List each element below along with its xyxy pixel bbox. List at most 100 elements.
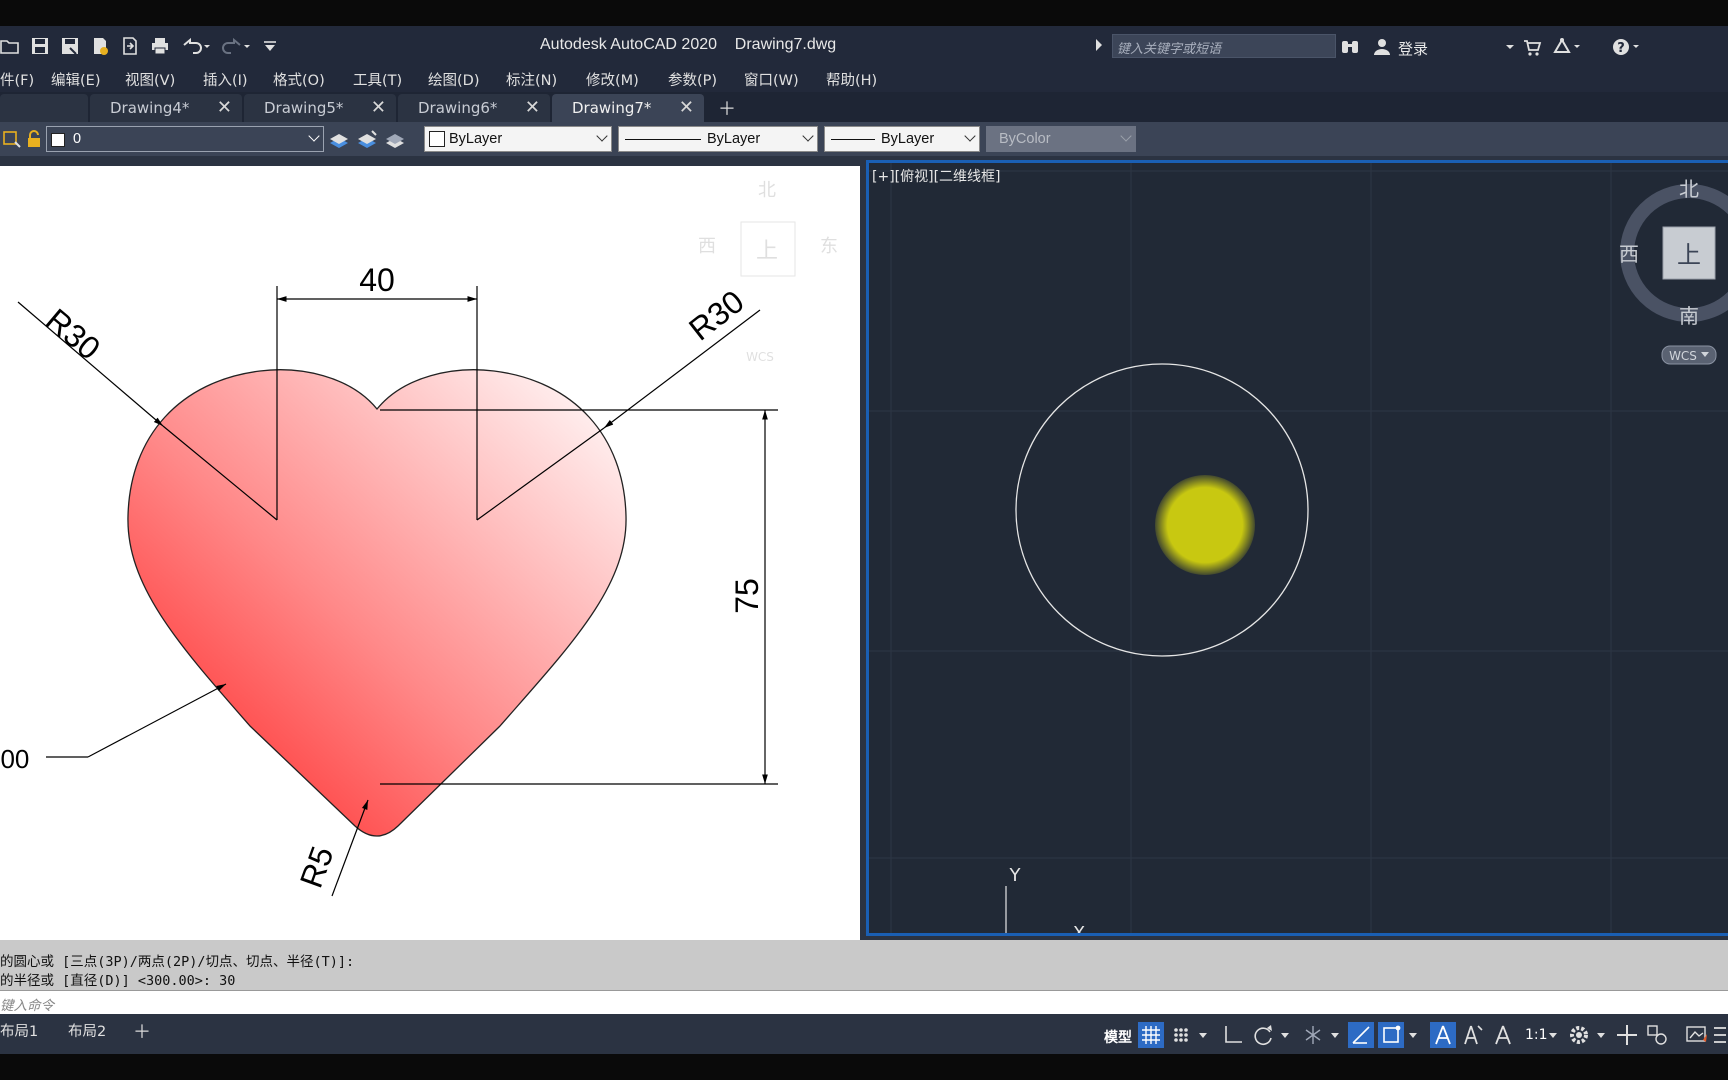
model-viewport[interactable]: 上 北 西 南 WCS Y X [+][俯视][二维线框] (866, 160, 1728, 936)
help-icon[interactable]: ? (1612, 37, 1639, 57)
tab-label: Drawing5* (264, 99, 344, 117)
top-black-band (0, 0, 1728, 26)
menu-modify[interactable]: 修改(M) (586, 69, 639, 90)
menu-file[interactable]: 件(F) (0, 69, 34, 90)
binoculars-icon[interactable] (1340, 37, 1360, 57)
model-space-button[interactable]: 模型 (1104, 1027, 1132, 1047)
chevron-down-icon[interactable] (1546, 1022, 1560, 1048)
layer-dropdown[interactable]: 0 (46, 126, 324, 152)
tab-drawing7[interactable]: Drawing7* ✕ (552, 94, 704, 122)
layout-tab-2[interactable]: 布局2 (68, 1020, 106, 1041)
grid-toggle-icon[interactable] (1138, 1022, 1164, 1048)
gear-icon[interactable] (1566, 1022, 1592, 1048)
svg-text:南: 南 (1679, 304, 1699, 328)
tab-drawing5[interactable]: Drawing5* ✕ (244, 94, 396, 122)
viewport-controls-label[interactable]: [+][俯视][二维线框] (872, 166, 1001, 186)
layer-state-icon[interactable] (2, 129, 22, 149)
chevron-down-icon[interactable] (1406, 1022, 1420, 1048)
redo-icon[interactable] (220, 36, 250, 56)
add-layout-plus-icon[interactable]: ＋ (133, 1018, 151, 1044)
menu-parametric[interactable]: 参数(P) (668, 69, 717, 90)
plus-icon[interactable] (1614, 1022, 1640, 1048)
auto-scale-icon[interactable] (1460, 1022, 1486, 1048)
bottom-black-band (0, 1054, 1728, 1080)
login-link[interactable]: 登录 (1398, 38, 1428, 59)
search-input[interactable]: 键入关键字或短语 (1112, 34, 1336, 58)
menu-help[interactable]: 帮助(H) (826, 69, 877, 90)
tab-start[interactable] (0, 94, 88, 122)
annotation-visibility-icon[interactable] (1430, 1022, 1456, 1048)
menu-view[interactable]: 视图(V) (125, 69, 175, 90)
color-swatch (429, 131, 445, 147)
user-icon[interactable] (1372, 37, 1392, 57)
make-current-layer-icon[interactable] (328, 129, 350, 151)
chevron-down-icon (308, 130, 320, 142)
customize-toolbar-icon[interactable] (260, 36, 280, 56)
layer-previous-icon[interactable] (384, 129, 406, 151)
hardware-acceleration-icon[interactable] (1684, 1022, 1710, 1048)
match-layer-icon[interactable] (356, 129, 378, 151)
menu-edit[interactable]: 编辑(E) (51, 69, 100, 90)
svg-text:?: ? (1617, 41, 1625, 56)
close-icon[interactable]: ✕ (525, 97, 540, 118)
save-icon[interactable] (30, 36, 50, 56)
lineweight-value: ByLayer (881, 131, 935, 147)
color-dropdown[interactable]: ByLayer (424, 126, 612, 152)
ucs-icon: Y X (1005, 865, 1085, 933)
print-icon[interactable] (150, 36, 170, 56)
new-tab-plus-icon[interactable]: ＋ (718, 95, 736, 121)
isolate-objects-icon[interactable] (1644, 1022, 1670, 1048)
search-expand-icon[interactable] (1096, 39, 1102, 51)
svg-text:Y: Y (1009, 865, 1022, 886)
ortho-mode-icon[interactable] (1220, 1022, 1246, 1048)
menu-insert[interactable]: 插入(I) (203, 69, 248, 90)
layout-tab-1[interactable]: 布局1 (0, 1020, 38, 1041)
close-icon[interactable]: ✕ (371, 97, 386, 118)
svg-text:上: 上 (1677, 241, 1701, 269)
menu-window[interactable]: 窗口(W) (744, 69, 799, 90)
scale-value[interactable]: 1:1 (1525, 1027, 1548, 1043)
tab-drawing6[interactable]: Drawing6* ✕ (398, 94, 550, 122)
ghost-viewcube: 北 西 东 上 WCS (698, 180, 838, 364)
save-as-icon[interactable] (60, 36, 80, 56)
chevron-down-icon[interactable] (1594, 1022, 1608, 1048)
chevron-down-icon[interactable] (1196, 1022, 1210, 1048)
chevron-down-icon[interactable] (1278, 1022, 1292, 1048)
save-to-web-icon[interactable] (90, 36, 110, 56)
customization-icon[interactable] (1712, 1022, 1728, 1048)
snap-mode-icon[interactable] (1168, 1022, 1194, 1048)
publish-icon[interactable] (120, 36, 140, 56)
object-snap-icon[interactable] (1378, 1022, 1404, 1048)
polar-tracking-icon[interactable] (1250, 1022, 1276, 1048)
command-history-line: 的圆心或 [三点(3P)/两点(2P)/切点、切点、半径(T)]: (0, 954, 355, 970)
close-icon[interactable]: ✕ (217, 97, 232, 118)
autocad-window: Autodesk AutoCAD 2020 Drawing7.dwg 键入关键字… (0, 0, 1728, 1080)
viewcube[interactable]: 上 北 西 南 WCS (1619, 177, 1728, 365)
reference-image-viewport[interactable]: 40 R30 R30 75 300 R5 北 西 (0, 166, 860, 940)
close-icon[interactable]: ✕ (679, 97, 694, 118)
isometric-drafting-icon[interactable] (1300, 1022, 1326, 1048)
object-snap-tracking-icon[interactable] (1348, 1022, 1374, 1048)
menu-dimension[interactable]: 标注(N) (506, 69, 557, 90)
chevron-down-icon[interactable] (1328, 1022, 1342, 1048)
command-history: 的圆心或 [三点(3P)/两点(2P)/切点、切点、半径(T)]: 的半径或 [… (0, 940, 1728, 990)
lock-icon[interactable] (25, 129, 43, 149)
menu-format[interactable]: 格式(O) (273, 69, 325, 90)
open-folder-icon[interactable] (0, 36, 20, 56)
command-history-line: 的半径或 [直径(D)] <300.00>: 30 (0, 973, 236, 989)
menu-draw[interactable]: 绘图(D) (428, 69, 479, 90)
cart-icon[interactable] (1522, 37, 1542, 57)
undo-icon[interactable] (180, 36, 210, 56)
dim-radius-left: R30 (39, 301, 107, 366)
svg-text:西: 西 (1619, 242, 1639, 266)
chevron-down-icon[interactable] (1500, 37, 1520, 57)
menu-tools[interactable]: 工具(T) (353, 69, 402, 90)
autodesk-app-icon[interactable] (1552, 37, 1580, 57)
command-input[interactable]: 键入命令 (0, 990, 1728, 1014)
lineweight-dropdown[interactable]: ByLayer (824, 126, 980, 152)
linetype-dropdown[interactable]: ByLayer (618, 126, 818, 152)
annotation-scale-icon[interactable] (1490, 1022, 1516, 1048)
dim-top-width: 40 (359, 262, 395, 298)
tab-drawing4[interactable]: Drawing4* ✕ (90, 94, 242, 122)
document-tab-bar: Drawing4* ✕ Drawing5* ✕ Drawing6* ✕ Draw… (0, 92, 1728, 122)
